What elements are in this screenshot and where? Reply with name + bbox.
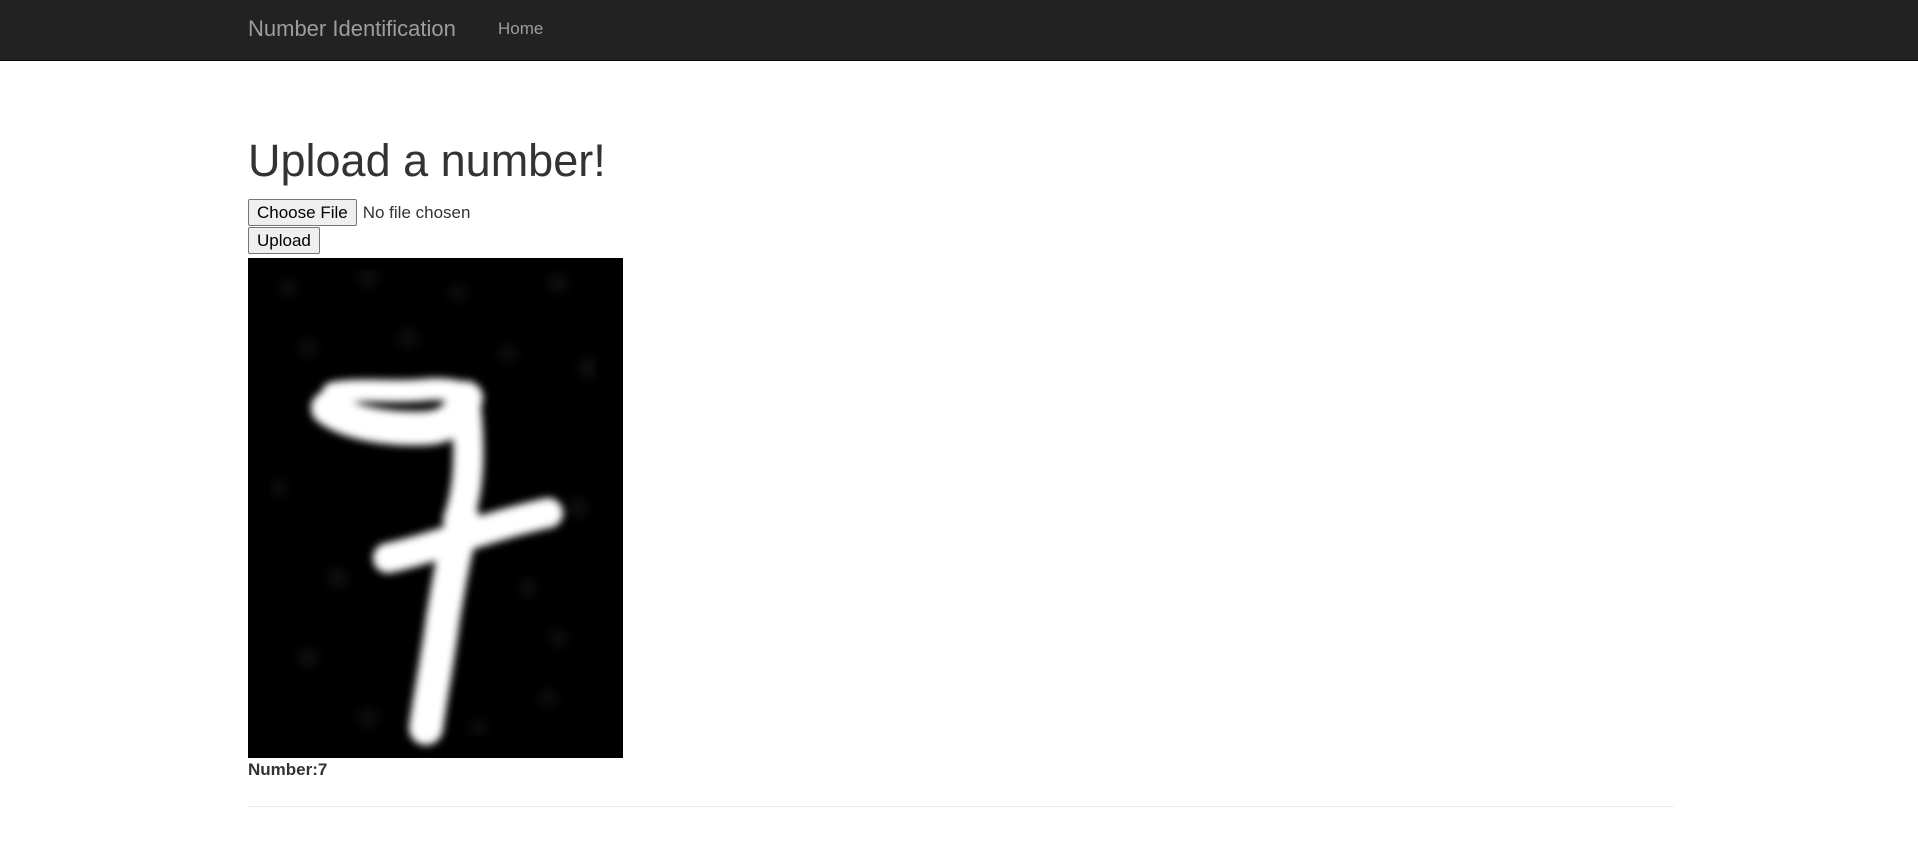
navbar-brand[interactable]: Number Identification — [248, 15, 456, 43]
result-value: 7 — [317, 760, 328, 779]
file-input[interactable]: Choose File No file chosen — [248, 199, 470, 226]
top-navbar: Number Identification Home — [0, 0, 1918, 61]
file-status-text: No file chosen — [362, 203, 471, 222]
nav-link-home[interactable]: Home — [498, 18, 543, 40]
upload-button[interactable]: Upload — [248, 227, 320, 254]
upload-row: Upload — [248, 227, 320, 254]
choose-file-button[interactable]: Choose File — [248, 199, 357, 226]
digit-seven-drawing — [248, 258, 623, 758]
uploaded-digit-image — [248, 258, 623, 758]
footer-divider — [248, 806, 1674, 807]
result-label: Number: — [248, 760, 318, 779]
prediction-result: Number:7 — [248, 759, 327, 781]
page-title: Upload a number! — [248, 135, 606, 186]
